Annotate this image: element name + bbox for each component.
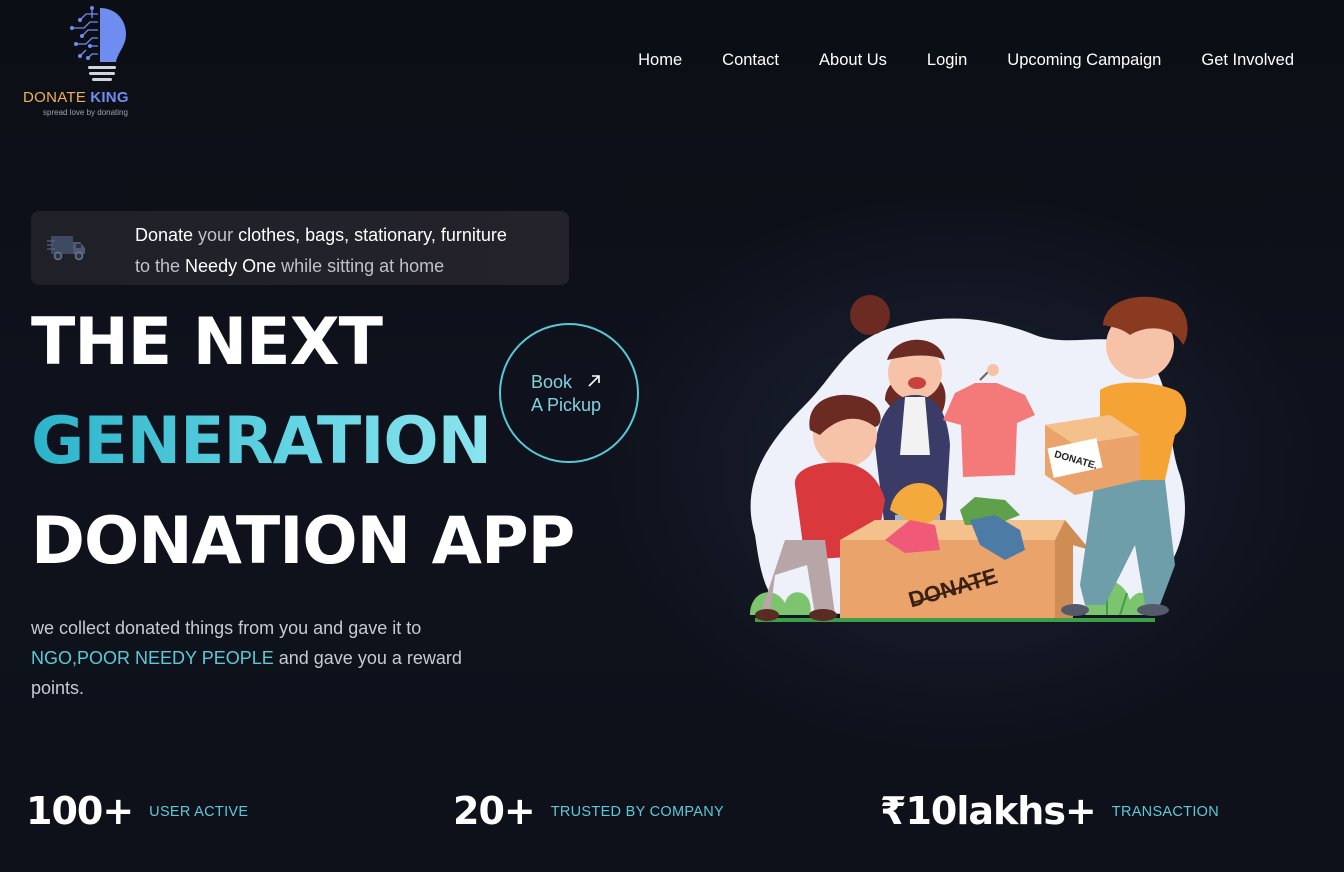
nav-get-involved[interactable]: Get Involved (1201, 50, 1294, 70)
promo-banner: Donate your clothes, bags, stationary, f… (31, 211, 569, 285)
nav-home[interactable]: Home (638, 50, 682, 70)
nav-contact[interactable]: Contact (722, 50, 779, 70)
logo-tagline: spread love by donating (43, 108, 128, 117)
hero-title-line3: DONATION APP (31, 504, 575, 579)
logo-word-king: KING (90, 89, 129, 106)
stat-label: TRUSTED BY COMPANY (550, 804, 724, 820)
stat-value: ₹10lakhs+ (880, 789, 1097, 833)
stat-users: 100+ USER ACTIVE (26, 789, 248, 833)
main-nav: Home Contact About Us Login Upcoming Cam… (598, 50, 1294, 70)
book-pickup-line1: Book (531, 372, 573, 392)
book-pickup-button[interactable]: Book A Pickup (499, 323, 639, 463)
lightbulb-circuit-icon (70, 6, 126, 81)
stat-value: 20+ (453, 789, 536, 833)
hero-title-line1: THE NEXT (31, 305, 383, 380)
donation-illustration: DONATE DONATE. (750, 295, 1188, 622)
stat-transactions: ₹10lakhs+ TRANSACTION (880, 789, 1219, 833)
hero-description: we collect donated things from you and g… (31, 613, 501, 703)
promo-text-donate: Donate (135, 225, 194, 245)
stat-label: TRANSACTION (1111, 804, 1220, 820)
promo-text: Donate your clothes, bags, stationary, f… (135, 220, 507, 282)
nav-login[interactable]: Login (927, 50, 967, 70)
logo-wordmark: DONATE KING (23, 89, 129, 106)
promo-text-items: clothes, bags, stationary, furniture (238, 225, 507, 245)
stat-companies: 20+ TRUSTED BY COMPANY (453, 789, 724, 833)
logo[interactable]: DONATE KING spread love by donating (22, 4, 147, 118)
stat-label: USER ACTIVE (149, 804, 249, 820)
promo-text-your: your (193, 225, 239, 245)
book-pickup-line2: A Pickup (531, 395, 602, 415)
hero-description-part1: we collect donated things from you and g… (31, 618, 422, 638)
nav-about-us[interactable]: About Us (819, 50, 887, 70)
promo-text-while: while sitting at home (276, 256, 445, 276)
hero-description-highlight: NGO,POOR NEEDY PEOPLE (31, 648, 274, 668)
logo-word-donate: DONATE (23, 89, 87, 106)
promo-text-needy-one: Needy One (185, 256, 277, 276)
arrow-up-right-icon (588, 375, 600, 387)
nav-upcoming-campaign[interactable]: Upcoming Campaign (1007, 50, 1161, 70)
truck-icon (47, 236, 85, 261)
promo-text-to-the: to the (135, 256, 186, 276)
hero-title-line2: GENERATION (31, 404, 492, 479)
stat-value: 100+ (26, 789, 134, 833)
